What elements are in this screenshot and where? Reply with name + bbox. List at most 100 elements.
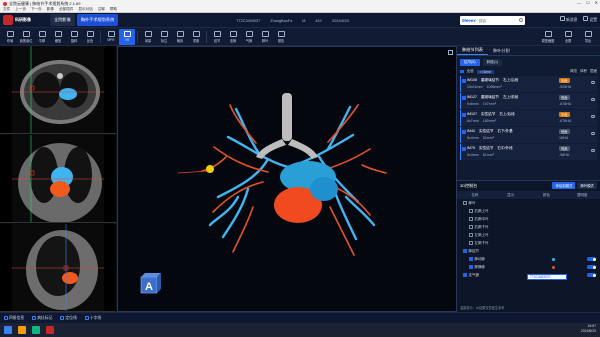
tool-vr[interactable]: VR	[119, 28, 135, 45]
maximize-view-icon[interactable]	[448, 50, 453, 55]
nodule-row[interactable]: IM108 磨玻璃结节 右上/后段 15x11mm 1096mm³ 中危 -525HU	[460, 76, 597, 92]
tool-mpr[interactable]: MPR	[103, 29, 119, 45]
tab-surgery-planning[interactable]: 胸外手术规划系统	[76, 14, 119, 26]
toggle-crosshair[interactable]: 十字线	[84, 316, 101, 321]
eye-icon[interactable]	[591, 81, 595, 84]
tab-hospital-images[interactable]: 全院影像	[50, 14, 75, 26]
opacity-toggle[interactable]	[587, 265, 596, 269]
minimize-button[interactable]: —	[577, 0, 581, 5]
tree-row-nodules[interactable]: 肺结节	[457, 247, 600, 255]
tool-lobe[interactable]: 肺叶	[257, 29, 273, 45]
menu-item-file[interactable]: 文件	[3, 7, 10, 12]
notifications-button[interactable]: 新消息	[560, 16, 577, 23]
start-menu-icon[interactable]	[4, 326, 12, 334]
toggle-corner-info[interactable]: 四角信息	[4, 316, 24, 321]
tab-nodule-list[interactable]: 肺结节列表	[457, 46, 488, 55]
toggle-locator-lines[interactable]: 定位线	[60, 316, 77, 321]
row-checkbox[interactable]	[463, 249, 467, 253]
tool-window-level[interactable]: 窗宽窗位	[18, 29, 34, 45]
sort-volume[interactable]: 体积	[580, 69, 587, 74]
file-explorer-icon[interactable]	[18, 326, 26, 334]
tool-reset[interactable]: 重置	[188, 29, 204, 45]
tree-row-lul[interactable]: 左肺上叶	[457, 231, 600, 239]
close-button[interactable]: ✕	[595, 0, 598, 5]
row-checkbox[interactable]	[463, 273, 467, 277]
tree-row-lobes[interactable]: 肺叶	[457, 199, 600, 207]
tool-nodule[interactable]: 结节	[209, 29, 225, 45]
maximize-button[interactable]: ☐	[586, 0, 590, 5]
tab-lobe-segmentation[interactable]: 肺叶分割	[488, 46, 515, 55]
nodule-row[interactable]: IM107 实性结节 右上/后段 8x7mm 180mm³ 中危 -676HU	[460, 110, 597, 126]
axial-view[interactable]	[0, 46, 116, 134]
row-checkbox[interactable]	[469, 257, 473, 261]
tool-crop[interactable]: 裁剪	[172, 29, 188, 45]
tool-layout[interactable]: 布局	[2, 29, 18, 45]
snapshot-button[interactable]: 模型截图	[538, 28, 558, 46]
menu-item-next[interactable]: 下一页	[31, 7, 42, 12]
nodule-row[interactable]: IM127 磨玻璃结节 左上/前段 9x6mm 197mm³ 低危 -678HU	[460, 93, 597, 109]
color-swatch[interactable]	[552, 257, 555, 261]
search-input[interactable]	[478, 18, 519, 23]
tool-zoom[interactable]: 缩放	[50, 29, 66, 45]
nodule-checkbox[interactable]	[462, 130, 466, 134]
row-checkbox[interactable]	[469, 217, 473, 221]
sort-slice[interactable]: 层面	[590, 69, 597, 74]
tree-row-lll[interactable]: 左肺下叶	[457, 239, 600, 247]
opacity-toggle[interactable]	[587, 257, 596, 261]
tree-row-vein[interactable]: 肺静脉	[457, 263, 600, 271]
tree-row-rul[interactable]: 右肺上叶	[457, 207, 600, 215]
sort-risk[interactable]: 风险	[570, 69, 577, 74]
fullscreen-button[interactable]: 全屏	[558, 28, 578, 46]
toggle-lesion-marks[interactable]: 病灶标记	[32, 316, 52, 321]
tool-invert[interactable]: 反色	[82, 29, 98, 45]
menu-item-image[interactable]: 影像	[47, 7, 54, 12]
menu-item-plugins[interactable]: 全部插件	[59, 7, 73, 12]
menu-item-help[interactable]: 帮助	[110, 7, 117, 12]
export-button[interactable]: 导出	[578, 28, 598, 46]
tool-vessel[interactable]: 血管	[225, 29, 241, 45]
eye-icon[interactable]	[591, 132, 595, 135]
subtab-nodules[interactable]: 结节(8)	[460, 59, 480, 66]
tool-annotate[interactable]: 标注	[156, 29, 172, 45]
opacity-toggle[interactable]	[587, 273, 596, 277]
menu-item-prev[interactable]: 上一页	[15, 7, 26, 12]
3d-viewport[interactable]: A	[117, 46, 457, 312]
nodule-row[interactable]: IM40 实性结节 右下/外基 5x4mm 52mm³ 低危 18HU	[460, 127, 597, 143]
nodule-checkbox[interactable]	[462, 96, 466, 100]
mode-volume[interactable]: 体绘制模式	[552, 182, 576, 189]
tree-row-artery[interactable]: 肺动脉	[457, 255, 600, 263]
row-checkbox[interactable]	[469, 209, 473, 213]
sagittal-view[interactable]	[0, 224, 116, 312]
nodule-checkbox[interactable]	[462, 79, 466, 83]
tool-measure[interactable]: 测量	[140, 29, 156, 45]
settings-button[interactable]: 设置	[583, 16, 597, 23]
menu-item-annotate[interactable]: 注释	[98, 7, 105, 12]
size-filter-chip[interactable]: >=3mm	[476, 69, 494, 74]
browser-icon[interactable]	[32, 326, 40, 334]
nodule-checkbox[interactable]	[462, 147, 466, 151]
row-checkbox[interactable]	[469, 241, 473, 245]
nodule-row[interactable]: IM75 实性结节 右中/外段 5x4mm 51mm³ 低危 -58HU	[460, 144, 597, 160]
row-checkbox[interactable]	[469, 233, 473, 237]
eye-icon[interactable]	[591, 115, 595, 118]
app-taskbar-icon[interactable]	[46, 326, 54, 334]
nodule-checkbox[interactable]	[462, 113, 466, 117]
tool-pan[interactable]: 平移	[34, 29, 50, 45]
color-swatch[interactable]	[552, 265, 555, 269]
coronal-view[interactable]	[0, 135, 116, 223]
row-checkbox[interactable]	[463, 201, 467, 205]
eye-icon[interactable]	[591, 98, 595, 101]
select-all-checkbox[interactable]	[460, 69, 464, 74]
mode-lobe[interactable]: 肺叶模式	[577, 182, 597, 189]
row-checkbox[interactable]	[469, 265, 473, 269]
tree-row-rml[interactable]: 右肺中叶	[457, 215, 600, 223]
tool-report[interactable]: 报告	[273, 29, 289, 45]
row-checkbox[interactable]	[469, 225, 473, 229]
eye-icon[interactable]	[591, 149, 595, 152]
tool-airway[interactable]: 气管	[241, 29, 257, 45]
subtab-tumors[interactable]: 肿瘤(1)	[482, 59, 503, 66]
tree-row-rll[interactable]: 右肺下叶	[457, 223, 600, 231]
tool-rotate[interactable]: 旋转	[66, 29, 82, 45]
orientation-cube[interactable]: A	[140, 273, 161, 294]
menu-item-dialog[interactable]: 显示对话	[78, 7, 92, 12]
